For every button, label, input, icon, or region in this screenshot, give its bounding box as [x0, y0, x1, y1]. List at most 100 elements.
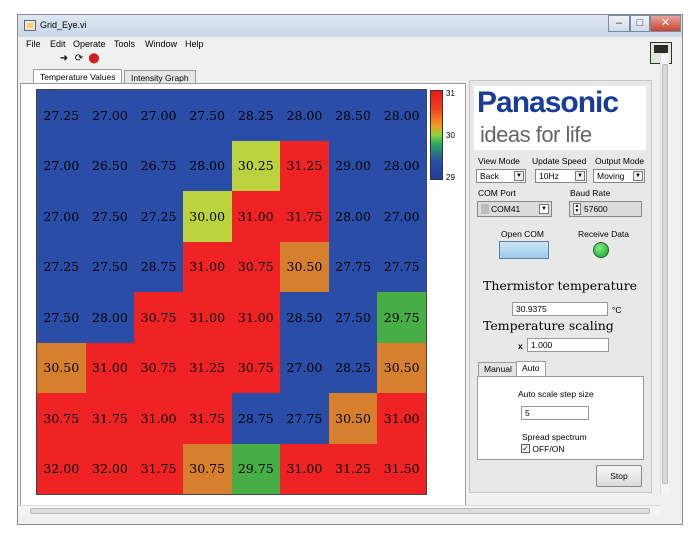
- auto-scale-step-label: Auto scale step size: [518, 389, 594, 399]
- menu-help[interactable]: Help: [185, 39, 204, 49]
- scale-max-label: 31: [446, 89, 455, 98]
- temperature-cell: 27.50: [85, 191, 135, 242]
- temperature-cell: 28.00: [377, 140, 426, 191]
- temperature-cell: 27.75: [280, 393, 329, 444]
- spread-spectrum-label: Spread spectrum: [522, 432, 587, 442]
- output-mode-select[interactable]: Moving ▼: [593, 169, 645, 183]
- temperature-cell: 30.75: [134, 342, 183, 393]
- menu-edit[interactable]: Edit: [50, 39, 66, 49]
- tab-intensity-graph[interactable]: Intensity Graph: [124, 70, 196, 84]
- view-mode-select[interactable]: Back ▼: [476, 169, 526, 183]
- temperature-scaling-label: Temperature scaling: [483, 318, 614, 333]
- update-speed-label: Update Speed: [532, 156, 587, 166]
- minimize-button[interactable]: –: [608, 15, 630, 32]
- spread-spectrum-toggle[interactable]: ✓ OFF/ON: [521, 443, 564, 454]
- menu-file[interactable]: File: [26, 39, 41, 49]
- output-mode-label: Output Mode: [595, 156, 645, 166]
- thermistor-temperature-label: Thermistor temperature: [483, 278, 638, 293]
- temperature-cell: 27.50: [328, 292, 378, 343]
- temperature-cell: 28.50: [280, 292, 329, 343]
- temperature-cell: 31.50: [377, 443, 426, 494]
- temperature-cell: 30.75: [37, 393, 86, 444]
- temperature-cell: 30.00: [182, 191, 232, 242]
- temperature-cell: 27.00: [134, 90, 183, 141]
- tab-manual[interactable]: Manual: [478, 362, 518, 376]
- temperature-cell: 31.00: [280, 443, 329, 494]
- temperature-cell: 29.00: [328, 140, 378, 191]
- thermistor-value-display: 30.9375: [512, 302, 608, 316]
- temperature-cell: 30.75: [182, 443, 232, 494]
- spread-spectrum-toggle-label: OFF/ON: [532, 443, 565, 454]
- temperature-cell: 28.00: [328, 191, 378, 242]
- view-mode-label: View Mode: [478, 156, 520, 166]
- temperature-cell: 27.50: [182, 90, 232, 141]
- auto-scale-step-input[interactable]: 5: [521, 406, 589, 420]
- horizontal-scrollbar[interactable]: [18, 505, 660, 516]
- abort-execution-icon[interactable]: ⬤: [88, 53, 100, 65]
- chevron-down-icon: ▼: [539, 204, 549, 214]
- checkbox-checked-icon[interactable]: ✓: [521, 444, 530, 454]
- temperature-cell: 27.25: [37, 90, 86, 141]
- temperature-cell: 28.50: [328, 90, 378, 141]
- tab-auto[interactable]: Auto: [516, 361, 546, 377]
- menu-tools[interactable]: Tools: [114, 39, 135, 49]
- com-port-label: COM Port: [478, 188, 516, 198]
- vertical-scrollbar-thumb[interactable]: [662, 64, 668, 484]
- baud-rate-stepper-icon[interactable]: ▲ ▼: [573, 203, 581, 215]
- temperature-cell: 27.75: [328, 241, 378, 292]
- temperature-scaling-input[interactable]: 1.000: [527, 338, 609, 352]
- close-button[interactable]: ✕: [650, 15, 681, 32]
- receive-data-led: [593, 242, 609, 258]
- output-mode-value: Moving: [597, 171, 625, 181]
- temperature-cell: 27.50: [37, 292, 86, 343]
- brand-name: Panasonic: [477, 86, 619, 119]
- maximize-button[interactable]: □: [630, 15, 650, 32]
- tab-temperature-values[interactable]: Temperature Values: [33, 69, 123, 84]
- baud-rate-field[interactable]: ▲ ▼ 57600: [569, 201, 642, 217]
- stop-button[interactable]: Stop: [596, 465, 642, 487]
- temperature-cell: 27.00: [377, 191, 426, 242]
- temperature-cell: 31.75: [85, 393, 135, 444]
- run-continuously-icon[interactable]: ⟳: [73, 53, 85, 65]
- com-port-select[interactable]: COM41 ▼: [477, 201, 552, 217]
- temperature-cell: 28.75: [134, 241, 183, 292]
- open-com-button[interactable]: [499, 241, 549, 259]
- temperature-cell: 31.75: [134, 443, 183, 494]
- horizontal-scrollbar-thumb[interactable]: [30, 508, 650, 514]
- temperature-cell: 28.25: [328, 342, 378, 393]
- temperature-grid: 27.25 27.00 27.00 27.50 28.25 28.00 28.50 28.00…: [36, 89, 427, 495]
- panasonic-logo: Panasonic ideas for life: [474, 86, 646, 150]
- temperature-cell: 31.75: [280, 191, 329, 242]
- temperature-cell: 31.25: [182, 342, 232, 393]
- temperature-cell: 30.25: [231, 140, 281, 191]
- temperature-cell: 31.00: [85, 342, 135, 393]
- update-speed-select[interactable]: 10Hz ▼: [535, 169, 587, 183]
- run-arrow-icon[interactable]: ➜: [58, 53, 70, 65]
- vertical-scrollbar[interactable]: [660, 54, 669, 494]
- view-mode-value: Back: [480, 171, 499, 181]
- temperature-cell: 28.00: [85, 292, 135, 343]
- scale-mid-label: 30: [446, 131, 455, 140]
- temperature-cell: 29.75: [231, 443, 281, 494]
- temperature-cell: 28.75: [231, 393, 281, 444]
- window-title: Grid_Eye.vi: [40, 20, 87, 30]
- temperature-cell: 27.75: [377, 241, 426, 292]
- title-bar[interactable]: Grid_Eye.vi – □ ✕: [18, 15, 682, 37]
- temperature-cell: 27.00: [85, 90, 135, 141]
- temperature-cell: 31.00: [231, 191, 281, 242]
- update-speed-value: 10Hz: [539, 171, 559, 181]
- temperature-cell: 27.50: [85, 241, 135, 292]
- temperature-cell: 30.75: [231, 241, 281, 292]
- temperature-cell: 31.00: [134, 393, 183, 444]
- temperature-cell: 32.00: [37, 443, 86, 494]
- temperature-cell: 29.75: [377, 292, 426, 343]
- temperature-cell: 28.00: [182, 140, 232, 191]
- temperature-cell: 31.00: [182, 241, 232, 292]
- temperature-cell: 28.00: [280, 90, 329, 141]
- temperature-cell: 30.50: [377, 342, 426, 393]
- open-com-label: Open COM: [501, 229, 544, 239]
- menu-operate[interactable]: Operate: [73, 39, 106, 49]
- menu-window[interactable]: Window: [145, 39, 177, 49]
- scaling-multiplier-symbol: x: [518, 341, 523, 351]
- temperature-cell: 26.75: [134, 140, 183, 191]
